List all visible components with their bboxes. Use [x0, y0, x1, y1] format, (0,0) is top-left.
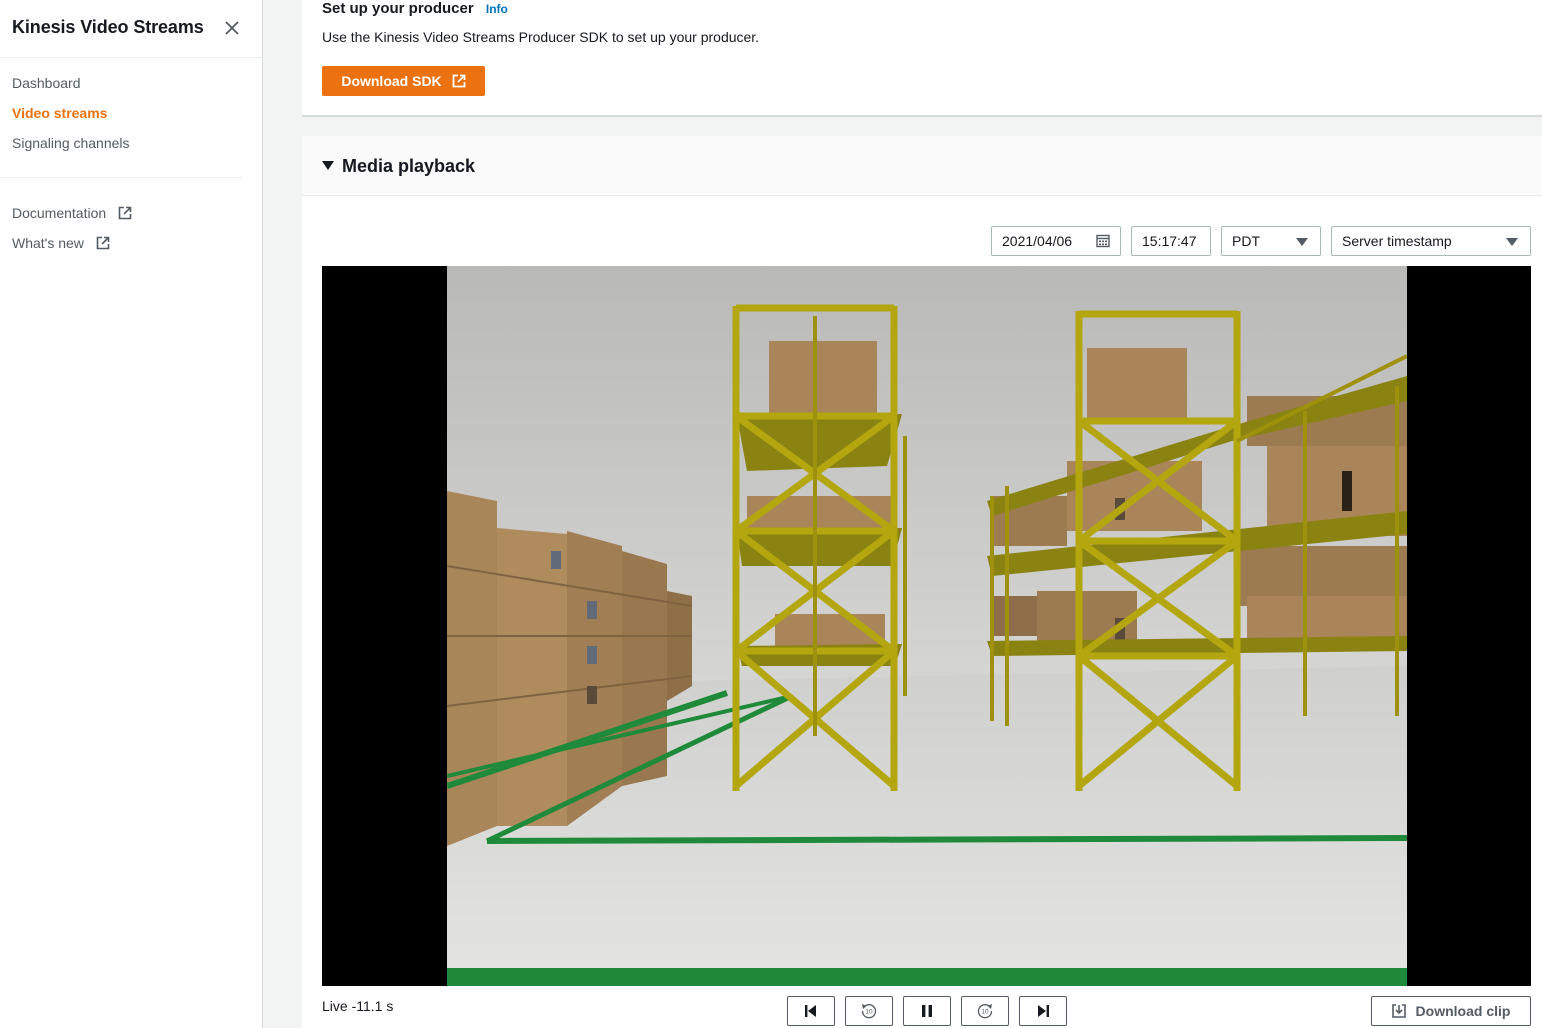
download-sdk-button[interactable]: Download SDK: [322, 66, 485, 96]
rewind-seconds-label: 10: [865, 1009, 873, 1016]
time-input[interactable]: 15:17:47: [1131, 226, 1211, 256]
close-icon[interactable]: [222, 18, 242, 38]
sidebar-item-video-streams[interactable]: Video streams: [12, 102, 130, 132]
sidebar-item-dashboard[interactable]: Dashboard: [12, 72, 130, 102]
caret-down-icon: [1296, 238, 1308, 246]
caret-down-icon: [1506, 238, 1518, 246]
video-player[interactable]: [322, 266, 1531, 986]
media-playback-panel: Media playback 2021/04/06 15:17:47 PDT S…: [302, 136, 1542, 1028]
caret-down-icon: [322, 161, 334, 170]
forward-10-icon: 10: [977, 1004, 993, 1019]
forward-10-button[interactable]: 10: [961, 996, 1009, 1026]
media-playback-title: Media playback: [342, 156, 476, 176]
sidebar-item-signaling-channels[interactable]: Signaling channels: [12, 132, 130, 162]
sidebar-links: Documentation What's new: [12, 202, 132, 262]
download-icon: [1391, 1004, 1406, 1018]
documentation-label: Documentation: [12, 205, 107, 221]
calendar-icon[interactable]: [1096, 234, 1110, 248]
pause-button[interactable]: [903, 996, 951, 1026]
download-sdk-label: Download SDK: [341, 73, 442, 89]
external-link-icon: [96, 236, 110, 250]
producer-description: Use the Kinesis Video Streams Producer S…: [322, 29, 760, 45]
time-value: 15:17:47: [1142, 233, 1197, 249]
info-link[interactable]: Info: [486, 2, 508, 16]
download-clip-label: Download clip: [1415, 1003, 1511, 1019]
timezone-select[interactable]: PDT: [1221, 226, 1321, 256]
producer-title: Set up your producer Info: [322, 0, 508, 17]
date-picker[interactable]: 2021/04/06: [991, 226, 1121, 256]
timezone-value: PDT: [1232, 233, 1260, 249]
rewind-10-icon: 10: [861, 1004, 877, 1019]
whats-new-label: What's new: [12, 235, 84, 251]
forward-seconds-label: 10: [981, 1009, 989, 1016]
pause-icon: [922, 1005, 932, 1017]
timestamp-type-select[interactable]: Server timestamp: [1331, 226, 1531, 256]
timestamp-type-value: Server timestamp: [1342, 233, 1452, 249]
producer-panel: Set up your producer Info Use the Kinesi…: [302, 0, 1542, 117]
video-frame: [447, 266, 1407, 986]
sidebar-link-documentation[interactable]: Documentation: [12, 202, 132, 232]
sidebar-divider: [0, 177, 243, 178]
skip-to-end-button[interactable]: [1019, 996, 1067, 1026]
skip-to-start-button[interactable]: [787, 996, 835, 1026]
sidebar-header: Kinesis Video Streams: [0, 0, 262, 58]
date-value: 2021/04/06: [1002, 233, 1073, 249]
side-navigation: Kinesis Video Streams Dashboard Video st…: [0, 0, 263, 1028]
skip-to-start-icon: [805, 1005, 816, 1017]
sidebar-title: Kinesis Video Streams: [12, 17, 204, 37]
external-link-icon: [452, 74, 466, 88]
live-status: Live -11.1 s: [322, 998, 394, 1014]
media-playback-header[interactable]: Media playback: [302, 136, 1542, 196]
download-clip-button[interactable]: Download clip: [1371, 996, 1531, 1026]
producer-title-text: Set up your producer: [322, 0, 474, 17]
sidebar-nav: Dashboard Video streams Signaling channe…: [12, 72, 130, 162]
external-link-icon: [118, 206, 132, 220]
sidebar-link-whats-new[interactable]: What's new: [12, 232, 132, 262]
rewind-10-button[interactable]: 10: [845, 996, 893, 1026]
skip-to-end-icon: [1038, 1005, 1049, 1017]
